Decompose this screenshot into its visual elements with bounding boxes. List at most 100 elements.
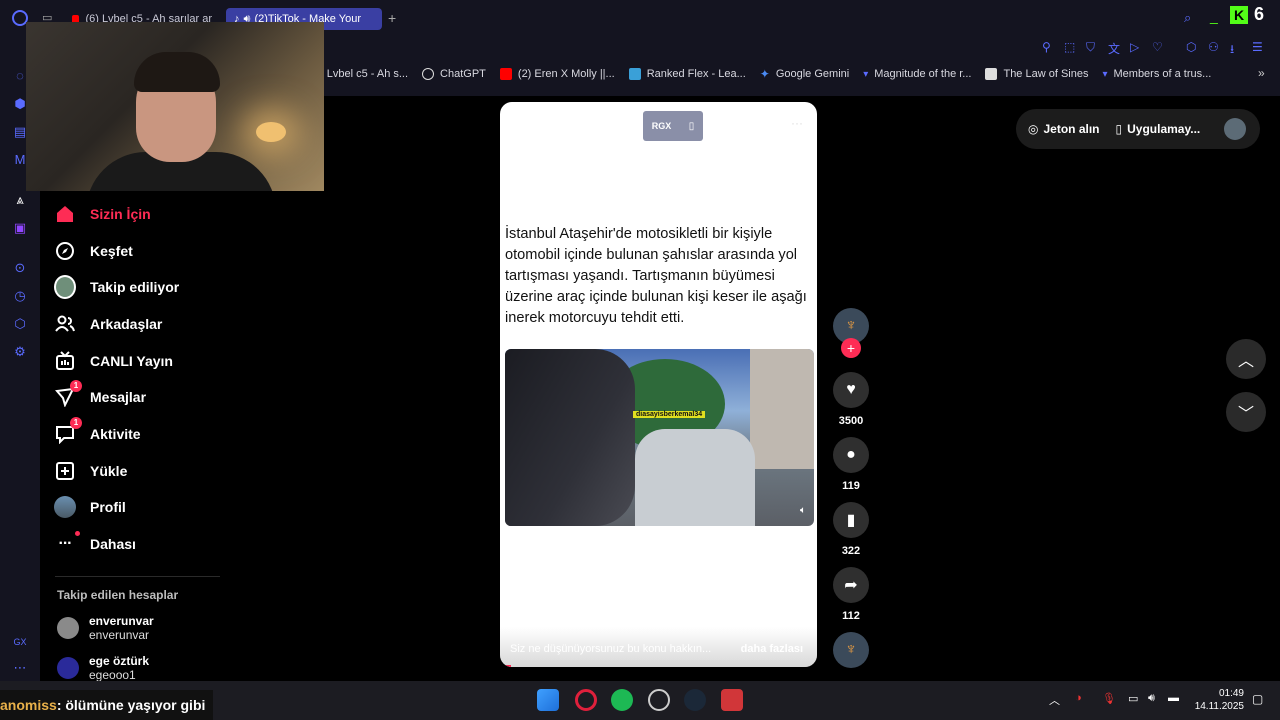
history-icon[interactable]: ◷ — [12, 288, 28, 304]
steam-icon[interactable] — [684, 689, 706, 711]
microphone-icon[interactable]: 🎙︎ — [1102, 692, 1116, 705]
network-icon[interactable]: ▭ — [1128, 692, 1138, 705]
menu-icon[interactable]: ☰ — [1252, 40, 1263, 54]
follow-button[interactable]: + — [841, 338, 861, 358]
nav-upload[interactable]: Yükle — [54, 456, 127, 486]
followed-account[interactable]: ege öztürk egeooo1 — [57, 654, 149, 682]
opera-gx-icon[interactable] — [575, 689, 597, 711]
shield-icon[interactable]: ⛉ — [1086, 40, 1095, 55]
sound-avatar[interactable]: ♆ — [833, 632, 869, 668]
tree-avatar-icon: ♆ — [845, 641, 857, 658]
minimize-button[interactable]: _ — [1210, 8, 1218, 24]
post-caption: İstanbul Ataşehir'de motosikletli bir ki… — [505, 226, 807, 326]
download-icon[interactable]: ⭳ — [1230, 40, 1234, 61]
volume-icon[interactable]: 🔈︎ — [800, 505, 806, 516]
comment-input[interactable]: Siz ne düşünüyorsunuz bu konu hakkın... — [510, 643, 711, 655]
tiktok-side-icon[interactable]: ⩓ — [12, 192, 28, 208]
nav-activity[interactable]: 1 Aktivite — [54, 417, 141, 449]
bookmark-item[interactable]: ) Lvbel c5 - Ah s... — [320, 68, 408, 80]
post-menu-icon[interactable]: ··· — [791, 116, 803, 130]
extensions-icon[interactable]: ⬡ — [1186, 40, 1196, 54]
streamer-hair — [134, 52, 220, 92]
followed-account[interactable]: enverunvar enverunvar — [57, 614, 154, 642]
bookmark-item[interactable]: ChatGPT — [422, 68, 486, 80]
show-more-link[interactable]: daha fazlası — [741, 643, 803, 655]
nav-profile[interactable]: Profil — [54, 492, 126, 522]
bookmark-item[interactable]: ▾ Members of a trus... — [1102, 68, 1211, 80]
snapshot-icon[interactable]: ⬚ — [1064, 40, 1075, 54]
gx-icon[interactable]: GX — [12, 634, 28, 650]
translate-icon[interactable]: 文 — [1108, 40, 1120, 57]
bookmark-item[interactable]: (2) Eren X Molly ||... — [499, 68, 615, 80]
bookmark-item[interactable]: ▾ Magnitude of the r... — [863, 68, 971, 80]
player-icon[interactable]: ⊙ — [12, 260, 28, 276]
comment-button[interactable]: ● — [833, 437, 869, 473]
tree-avatar-icon: ♆ — [845, 317, 857, 334]
get-app-button[interactable]: ▯ Uygulamay... — [1116, 122, 1201, 136]
more-icon: ··· — [54, 531, 80, 555]
volume-tray-icon[interactable]: 🔊︎ — [1148, 692, 1155, 705]
rgx-badge: RGX ▯ — [643, 111, 703, 141]
pin-icon[interactable]: ⚲ — [1042, 40, 1051, 54]
rgx-device-icon: ▯ — [688, 120, 695, 132]
video-progress-bar[interactable] — [505, 665, 511, 667]
comment-icon: ● — [846, 446, 856, 463]
next-video-button[interactable]: ﹀ — [1226, 392, 1266, 432]
gemini-icon: ✦ — [759, 67, 770, 81]
bookmark-item[interactable]: Ranked Flex - Lea... — [628, 68, 746, 80]
bookmark-item[interactable]: The Law of Sines — [985, 68, 1088, 80]
activity-icon: 1 — [54, 417, 82, 445]
nav-messages[interactable]: 1 Mesajlar — [54, 380, 146, 412]
notifications-icon[interactable]: ▢ — [1252, 692, 1263, 706]
bookmark-icon: ▾ — [863, 68, 869, 80]
battery-icon[interactable]: ▬ — [1168, 692, 1179, 704]
tray-chevron-icon[interactable]: ︿ — [1049, 692, 1060, 708]
video-rider-arm — [505, 349, 635, 526]
twitch-icon[interactable]: ▣ — [12, 220, 28, 236]
avatar — [57, 657, 79, 679]
play-icon[interactable]: ▷ — [1130, 40, 1139, 54]
more-side-icon[interactable]: ⋯ — [12, 660, 28, 676]
video-car — [635, 429, 755, 526]
upload-icon — [54, 460, 76, 482]
friends-icon — [54, 313, 76, 335]
nav-explore[interactable]: Keşfet — [54, 236, 133, 266]
video-post-card[interactable]: RGX ▯ ··· İstanbul Ataşehir'de motosikle… — [500, 102, 817, 667]
nav-friends[interactable]: Arkadaşlar — [54, 309, 162, 339]
video-watermark: diasayisberkemal34 — [633, 411, 706, 418]
bookmark-item[interactable]: ✦ Google Gemini — [760, 67, 849, 81]
system-clock[interactable]: 01:49 14.11.2025 — [1195, 687, 1244, 713]
stream-chat-overlay: anomiss : ölümüne yaşıyor gibi — [0, 690, 214, 720]
windows-start-icon[interactable] — [537, 689, 559, 711]
obs-icon[interactable] — [648, 689, 670, 711]
previous-video-button[interactable]: ︿ — [1226, 339, 1266, 379]
settings-icon[interactable]: ⚙ — [12, 344, 28, 360]
spotify-icon[interactable] — [611, 689, 633, 711]
messages-badge: 1 — [70, 380, 82, 392]
nav-for-you[interactable]: Sizin İçin — [54, 199, 151, 229]
save-button[interactable]: ▮ — [833, 502, 869, 538]
top-actions-pill: ◎ Jeton alın ▯ Uygulamay... — [1016, 109, 1260, 149]
share-count: 112 — [842, 610, 860, 622]
embedded-video[interactable]: diasayisberkemal34 🔈︎ — [505, 349, 814, 526]
get-coins-button[interactable]: ◎ Jeton alın — [1028, 122, 1100, 136]
share-button[interactable]: ➦ — [833, 567, 869, 603]
extensions-side-icon[interactable]: ⬡ — [12, 316, 28, 332]
riot-client-icon[interactable] — [721, 689, 743, 711]
nav-more[interactable]: ··· Dahası — [54, 529, 136, 559]
account-icon[interactable]: ⚇ — [1208, 40, 1219, 54]
chat-username: anomiss — [0, 697, 57, 713]
bookmarks-more-icon[interactable]: » — [1258, 66, 1265, 80]
tray-app-icon[interactable]: ◑ — [1075, 692, 1082, 704]
video-building — [750, 349, 814, 469]
heart-icon[interactable]: ♡ — [1152, 40, 1163, 54]
nav-live[interactable]: CANLI Yayın — [54, 346, 173, 376]
youtube-icon — [499, 68, 512, 80]
bookmark-icon: ▮ — [846, 512, 856, 529]
new-tab-button[interactable]: + — [388, 10, 396, 26]
search-icon[interactable]: ⌕ — [1184, 10, 1191, 26]
nav-following[interactable]: Takip ediliyor — [54, 272, 179, 302]
like-button[interactable]: ♥ — [833, 372, 869, 408]
league-icon — [628, 68, 641, 80]
avatar[interactable] — [1224, 118, 1246, 140]
